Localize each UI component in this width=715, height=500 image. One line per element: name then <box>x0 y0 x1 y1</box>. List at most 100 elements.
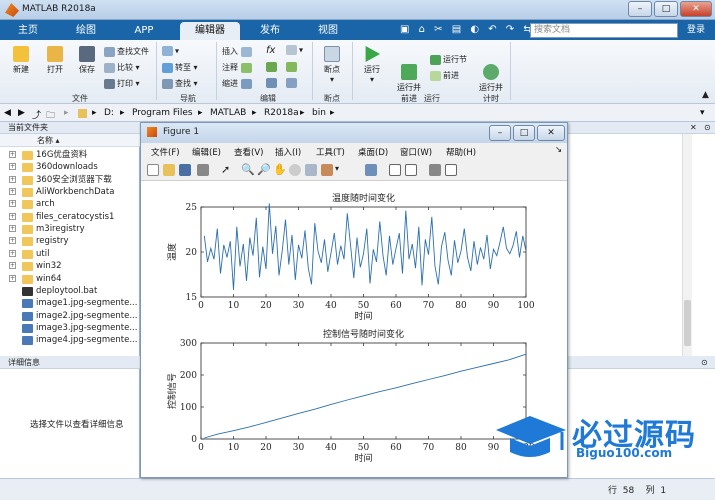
breadcrumb-r2018a[interactable]: R2018a <box>264 108 299 118</box>
breakpoints-button[interactable]: 断点 ▾ <box>318 46 346 84</box>
file-list-item[interactable]: + AliWorkbenchData <box>0 186 140 198</box>
close-button[interactable]: ✕ <box>680 1 712 17</box>
expand-icon[interactable]: + <box>9 237 16 245</box>
breadcrumb-program-files[interactable]: Program Files <box>132 108 193 118</box>
pointer-icon[interactable]: ➚ <box>221 164 231 176</box>
goto-button[interactable]: 转至 ▾ <box>162 62 198 73</box>
tab-editor[interactable]: 编辑器 <box>180 22 240 40</box>
print-button[interactable]: 打印 ▾ <box>104 78 140 89</box>
back-nav-button[interactable]: ▾ <box>162 46 179 56</box>
expand-icon[interactable]: + <box>9 212 16 220</box>
file-list-item[interactable]: + m3iregistry <box>0 223 140 235</box>
file-list-item[interactable]: image2.jpg-segmente... <box>0 310 140 322</box>
link-plot-icon[interactable] <box>365 164 377 176</box>
menu-edit[interactable]: 编辑(E) <box>192 146 221 158</box>
run-section-button[interactable]: 运行节 <box>430 54 467 65</box>
figure-close-button[interactable]: ✕ <box>537 125 565 141</box>
file-list-item[interactable]: + util <box>0 248 140 260</box>
zoom-out-icon[interactable]: 🔎 <box>257 164 271 176</box>
expand-icon[interactable]: + <box>9 225 16 233</box>
decrease-indent-button[interactable] <box>286 78 299 88</box>
file-list-item[interactable]: + arch <box>0 198 140 210</box>
rotate-3d-icon[interactable] <box>289 164 301 176</box>
insert-colorbar-icon[interactable] <box>389 164 401 176</box>
tab-plots[interactable]: 绘图 <box>64 22 108 40</box>
minimize-button[interactable]: – <box>628 1 652 17</box>
open-button[interactable]: 打开 <box>40 46 70 75</box>
expand-icon[interactable]: + <box>9 274 16 282</box>
expand-icon[interactable]: + <box>9 163 16 171</box>
file-list-item[interactable]: +16G优盘资料 <box>0 149 140 161</box>
compare-button[interactable]: 比较 ▾ <box>104 62 140 73</box>
figure-title-bar[interactable]: Figure 1 – □ ✕ <box>141 123 567 143</box>
show-plot-tools-icon[interactable] <box>445 164 457 176</box>
tab-apps[interactable]: APP <box>122 22 166 40</box>
increase-indent-button[interactable] <box>266 78 279 88</box>
new-figure-icon[interactable] <box>147 164 159 176</box>
expand-icon[interactable]: + <box>9 188 16 196</box>
expand-icon[interactable]: + <box>9 175 16 183</box>
address-dropdown-icon[interactable]: ▾ <box>700 108 705 118</box>
menu-window[interactable]: 窗口(W) <box>400 146 432 158</box>
forward-icon[interactable]: ▶ <box>18 108 25 118</box>
panel-close-icon[interactable]: ✕ <box>690 123 697 132</box>
file-list-item[interactable]: +360安全浏览器下载 <box>0 174 140 186</box>
panel-menu-icon[interactable]: ⊙ <box>704 123 711 132</box>
file-list-item[interactable]: image1.jpg-segmente... <box>0 297 140 309</box>
pan-hand-icon[interactable]: ✋ <box>273 164 287 176</box>
menu-view[interactable]: 查看(V) <box>234 146 263 158</box>
hide-plot-tools-icon[interactable] <box>429 164 441 176</box>
menu-file[interactable]: 文件(F) <box>151 146 180 158</box>
edit-dropdown-button[interactable]: ▾ <box>286 45 303 55</box>
tab-publish[interactable]: 发布 <box>248 22 292 40</box>
print-figure-icon[interactable] <box>197 164 209 176</box>
file-list-item[interactable]: + win64 <box>0 273 140 285</box>
menu-tools[interactable]: 工具(T) <box>316 146 345 158</box>
insert-button[interactable]: 插入 <box>222 46 254 57</box>
dock-figure-icon[interactable]: ↘ <box>555 145 562 155</box>
figure-minimize-button[interactable]: – <box>489 125 511 141</box>
collapse-ribbon-icon[interactable]: ▲ <box>702 90 709 100</box>
advance-button[interactable]: 前进 <box>430 70 459 81</box>
brush-icon[interactable] <box>321 164 333 176</box>
menu-help[interactable]: 帮助(H) <box>446 146 476 158</box>
expand-icon[interactable]: + <box>9 151 16 158</box>
uncomment-button[interactable] <box>286 62 299 72</box>
expand-icon[interactable]: + <box>9 262 16 270</box>
tab-view[interactable]: 视图 <box>306 22 350 40</box>
zoom-in-icon[interactable]: 🔍 <box>241 164 255 176</box>
menu-insert[interactable]: 插入(I) <box>275 146 301 158</box>
up-folder-icon[interactable]: ⤴ <box>32 108 41 121</box>
breadcrumb-root-chevron[interactable]: ▸ <box>92 108 97 118</box>
command-window-menu-icon[interactable]: ⊙ <box>701 358 708 367</box>
run-button[interactable]: 运行 ▾ <box>358 46 386 84</box>
insert-function-button[interactable]: fx <box>266 45 275 56</box>
file-list-item[interactable]: +360downloads <box>0 161 140 173</box>
maximize-button[interactable]: □ <box>654 1 678 17</box>
run-and-time-button[interactable]: 运行并 计时 <box>476 46 506 104</box>
breadcrumb-matlab[interactable]: MATLAB <box>210 108 246 118</box>
login-button[interactable]: 登录 <box>682 22 710 38</box>
new-button[interactable]: 新建 <box>6 46 36 75</box>
file-list-item[interactable]: + registry <box>0 235 140 247</box>
insert-legend-icon[interactable] <box>405 164 417 176</box>
expand-icon[interactable]: + <box>9 200 16 208</box>
find-files-button[interactable]: 查找文件 <box>104 46 149 57</box>
back-icon[interactable]: ◀ <box>4 108 11 118</box>
save-button[interactable]: 保存 <box>72 46 102 75</box>
save-figure-icon[interactable] <box>179 164 191 176</box>
file-list-item[interactable]: deploytool.bat <box>0 285 140 297</box>
menu-desktop[interactable]: 桌面(D) <box>358 146 388 158</box>
breadcrumb-drive[interactable]: D: <box>104 108 114 118</box>
tab-home[interactable]: 主页 <box>6 22 50 40</box>
comment-button[interactable]: 注释 <box>222 62 254 73</box>
file-list-item[interactable]: + win32 <box>0 260 140 272</box>
file-list-item[interactable]: image3.jpg-segmente... <box>0 322 140 334</box>
open-file-icon[interactable] <box>163 164 175 176</box>
name-column-header[interactable]: 名称 ▴ <box>0 134 140 147</box>
editor-scrollbar[interactable] <box>682 134 692 356</box>
file-list-item[interactable]: image4.jpg-segmente... <box>0 334 140 346</box>
brush-dropdown-icon[interactable]: ▾ <box>335 164 343 176</box>
smart-indent-button[interactable] <box>266 62 279 72</box>
data-cursor-icon[interactable] <box>305 164 317 176</box>
